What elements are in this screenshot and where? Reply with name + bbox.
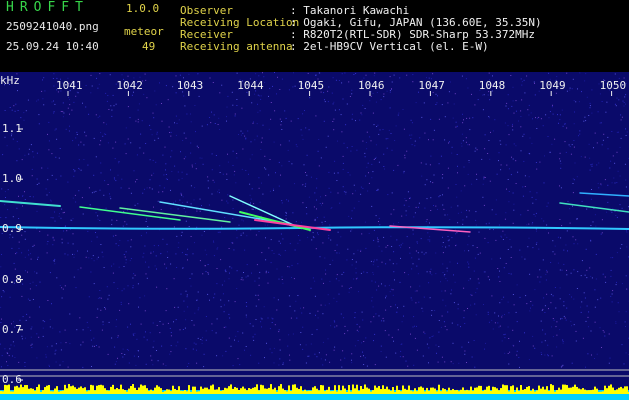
x-tick-label: 1046: [358, 79, 385, 92]
x-tick-label: 1042: [116, 79, 143, 92]
meteor-count-value: 49: [142, 40, 156, 53]
x-tick-label: 1045: [297, 79, 325, 92]
x-tick-label: 1047: [418, 79, 445, 92]
file-name: 2509241040.png: [6, 20, 99, 33]
header-panel: HROFFT 1.0.0 2509241040.png 25.09.24 10:…: [0, 0, 629, 72]
waterfall-spectrogram: [0, 72, 629, 400]
x-tick-label: 1049: [539, 79, 566, 92]
antenna-value: : 2el-HB9CV Vertical (el. E-W): [290, 40, 489, 53]
y-tick-label: 0.6: [2, 373, 22, 386]
y-tick-label: 0.9: [2, 222, 22, 236]
y-tick-label: 0.8: [2, 272, 22, 286]
x-tick-label: 1043: [176, 79, 204, 92]
x-tick-label: 1044: [237, 79, 264, 92]
app-name: HROFFT: [6, 0, 89, 15]
x-tick-label: 1048: [478, 79, 506, 92]
x-tick-label: 1050: [599, 79, 627, 92]
app-version: 1.0.0: [126, 2, 160, 15]
axis-unit-label: kHz: [0, 74, 20, 87]
y-tick-label: 1.1: [2, 122, 22, 135]
y-tick-label: 1.0: [2, 172, 22, 186]
y-tick-label: 0.7: [2, 322, 22, 336]
antenna-label: Receiving antenna: [180, 40, 293, 53]
x-tick-label: 1041: [56, 79, 83, 92]
meteor-count-label: meteor: [124, 25, 164, 38]
date-time: 25.09.24 10:40: [6, 40, 99, 53]
waterfall-background: [0, 72, 629, 400]
